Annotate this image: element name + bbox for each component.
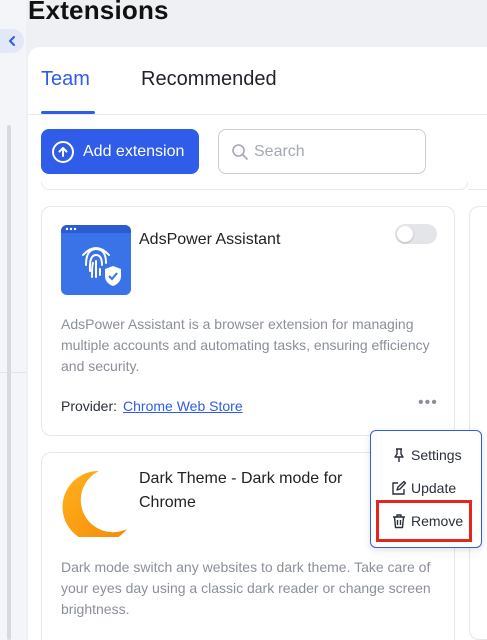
extension-name: Dark Theme - Dark mode for Chrome: [139, 470, 343, 511]
adjacent-card-edge: [469, 206, 487, 640]
active-tab-indicator: [41, 111, 95, 114]
previous-card-edge: [41, 182, 468, 190]
tab-team[interactable]: Team: [41, 68, 90, 91]
rail-divider: [0, 372, 26, 373]
extension-description: Dark mode switch any websites to dark th…: [61, 559, 431, 617]
collapse-sidebar-button[interactable]: [0, 29, 24, 53]
menu-item-update[interactable]: Update: [391, 480, 456, 496]
extensions-panel: Team Recommended Add extension Search Ad…: [28, 47, 487, 640]
provider-link[interactable]: Chrome Web Store: [123, 398, 243, 414]
extension-description: AdsPower Assistant is a browser extensio…: [61, 316, 430, 374]
menu-item-settings[interactable]: Settings: [391, 447, 462, 463]
more-options-button[interactable]: •••: [418, 394, 438, 412]
search-input[interactable]: [254, 142, 414, 161]
toggle-knob: [397, 226, 413, 242]
left-rail: [0, 0, 26, 640]
right-column-edge: [468, 182, 487, 190]
tab-recommended[interactable]: Recommended: [141, 68, 277, 91]
scrollbar[interactable]: [7, 125, 11, 640]
page-title: Extensions: [28, 0, 169, 25]
search-field[interactable]: [218, 129, 426, 174]
edit-icon: [392, 480, 407, 495]
search-icon: [232, 143, 248, 160]
menu-item-label: Update: [411, 480, 457, 496]
provider-row: Provider: Chrome Web Store: [61, 398, 243, 414]
crescent-moon-icon: [61, 467, 131, 537]
pin-icon: [394, 448, 404, 462]
extension-card: AdsPower Assistant AdsPower Assistant is…: [41, 206, 455, 436]
tab-bar: Team Recommended: [28, 47, 487, 115]
remove-highlight-box: [376, 500, 472, 542]
extension-toggle[interactable]: [395, 224, 437, 244]
fingerprint-shield-icon: [61, 225, 131, 295]
add-extension-label: Add extension: [83, 142, 185, 160]
extension-name: AdsPower Assistant: [139, 231, 281, 248]
provider-label: Provider:: [61, 398, 118, 414]
menu-item-label: Settings: [411, 447, 462, 463]
add-extension-button[interactable]: Add extension: [41, 129, 199, 174]
plus-circle-icon: [52, 140, 74, 163]
chevron-left-icon: [9, 36, 15, 46]
